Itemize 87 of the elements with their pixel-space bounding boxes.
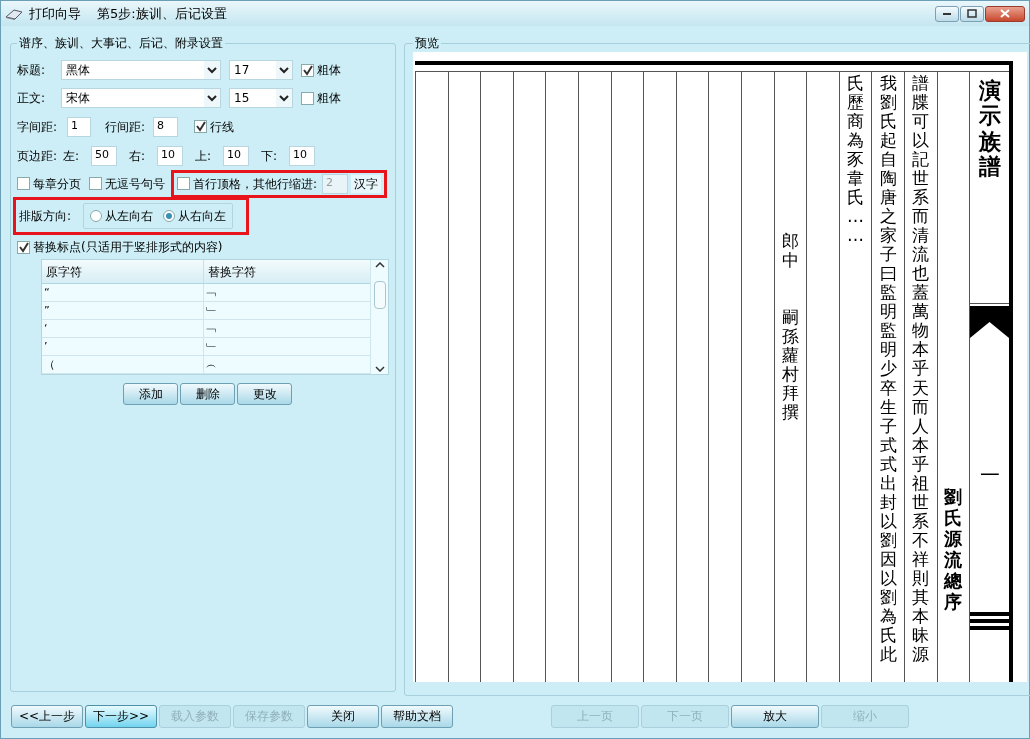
- field-label: 下:: [261, 147, 279, 165]
- spine-title: 演示族譜: [978, 78, 1001, 180]
- footer-button[interactable]: 放大: [731, 704, 819, 728]
- group-title: 谱序、族训、大事记、后记、附录设置: [18, 35, 224, 52]
- dropdown[interactable]: 宋体: [61, 88, 221, 108]
- field-label: 行间距:: [105, 118, 147, 136]
- table-button[interactable]: 更改: [237, 383, 292, 405]
- checkbox-label: 每章分页: [33, 175, 81, 193]
- field-label: 页边距:: [17, 147, 59, 165]
- table-cell-text: ﹂: [205, 303, 218, 319]
- field-label: 排版方向:: [19, 208, 72, 225]
- table-cell-text: ﹁: [205, 321, 218, 337]
- field-label: 字间距:: [17, 118, 59, 136]
- checkbox[interactable]: [194, 120, 207, 133]
- checkbox[interactable]: [17, 177, 30, 190]
- maximize-button[interactable]: [960, 5, 984, 22]
- checkbox-label: 替换标点(只适用于竖排形式的内容): [33, 239, 223, 256]
- body-text: 氏歷商為豕韋氏……: [847, 74, 864, 246]
- scrollbar-thumb[interactable]: [373, 281, 386, 309]
- input-field[interactable]: 50: [91, 145, 117, 166]
- maximize-icon: [967, 9, 977, 18]
- checkbox[interactable]: [89, 177, 102, 190]
- table-cell: “: [42, 284, 204, 301]
- footer-button[interactable]: <<上一步: [11, 704, 83, 728]
- checkbox-label: 粗体: [317, 90, 341, 107]
- body-text: 譜牒可以記世系而清流也蓋萬物本乎天而人本乎祖世系不祥則其本昧源: [912, 74, 930, 664]
- input-field[interactable]: 1: [67, 116, 91, 137]
- field-label: 右:: [129, 147, 147, 165]
- triple-line-mark: [970, 612, 1010, 631]
- dropdown[interactable]: 黑体: [61, 60, 221, 80]
- table-cell: （: [42, 356, 204, 373]
- signature-text: 嗣孫蘿村拜撰: [781, 308, 799, 423]
- table-cell-text: ﹁: [205, 285, 218, 301]
- input-field[interactable]: 10: [223, 145, 249, 166]
- table-cell-text: ︵: [205, 357, 218, 373]
- group-title: 预览: [414, 35, 440, 52]
- chevron-down-icon: [207, 94, 217, 102]
- checkbox-label: 粗体: [317, 62, 341, 79]
- fishtail-mark: [970, 306, 1010, 339]
- table-button[interactable]: 添加: [123, 383, 178, 405]
- close-button[interactable]: [985, 5, 1025, 22]
- radio-button[interactable]: [90, 210, 103, 222]
- field-label: 上:: [195, 147, 213, 165]
- body-text: 我劉氏起自陶唐之家子曰監明監明少卒生子式式出封以劉因以劉為氏此: [879, 74, 897, 664]
- radio-button[interactable]: [163, 210, 176, 222]
- radio-label: 从左向右: [105, 208, 154, 225]
- book-icon: [5, 6, 23, 21]
- table-button[interactable]: 删除: [180, 383, 235, 405]
- checkbox[interactable]: [177, 177, 190, 190]
- table-cell: ‘: [42, 320, 204, 337]
- chevron-down-icon: [279, 94, 289, 102]
- table-cell: ”: [42, 302, 204, 319]
- chevron-down-icon: [279, 66, 289, 74]
- checkbox[interactable]: [301, 63, 314, 77]
- table-cell-text: ﹂: [205, 339, 218, 355]
- dropdown[interactable]: 15: [229, 88, 293, 108]
- footer-button[interactable]: 帮助文档: [381, 704, 453, 728]
- signature-text: 郎中: [781, 232, 799, 271]
- chevron-down-icon: [374, 366, 385, 372]
- page-number: 一: [979, 462, 1000, 490]
- input-field[interactable]: 8: [153, 116, 178, 137]
- input-field[interactable]: 10: [289, 145, 315, 166]
- input-field[interactable]: 10: [157, 145, 183, 166]
- unit-label: 汉字: [351, 174, 382, 193]
- checkbox-label: 无逗号句号: [105, 175, 165, 193]
- field-label: 正文:: [17, 90, 47, 107]
- scrollbar[interactable]: [370, 260, 388, 374]
- footer-button[interactable]: 下一步>>: [85, 704, 157, 728]
- checkbox-label: 行线: [210, 118, 234, 136]
- window-title: 打印向导: [29, 4, 81, 23]
- field-label: 左:: [63, 147, 81, 165]
- table-cell: ’: [42, 338, 204, 355]
- radio-label: 从右向左: [178, 208, 227, 225]
- section-heading: 劉氏源流總序: [944, 486, 963, 613]
- checkbox[interactable]: [17, 240, 30, 254]
- field-label: 标题:: [17, 62, 47, 79]
- window-subtitle: 第5步:族训、后记设置: [97, 4, 227, 23]
- dropdown[interactable]: 17: [229, 60, 293, 80]
- close-icon: [1000, 9, 1010, 18]
- minimize-button[interactable]: [935, 5, 959, 22]
- checkbox-label: 首行顶格，其他行缩进:: [193, 175, 318, 193]
- column-header[interactable]: 替换字符: [204, 260, 370, 283]
- footer-button[interactable]: 关闭: [307, 704, 379, 728]
- chevron-up-icon: [374, 262, 385, 268]
- checkbox[interactable]: [301, 91, 314, 105]
- column-header[interactable]: 原字符: [42, 260, 204, 283]
- chevron-down-icon: [207, 66, 217, 74]
